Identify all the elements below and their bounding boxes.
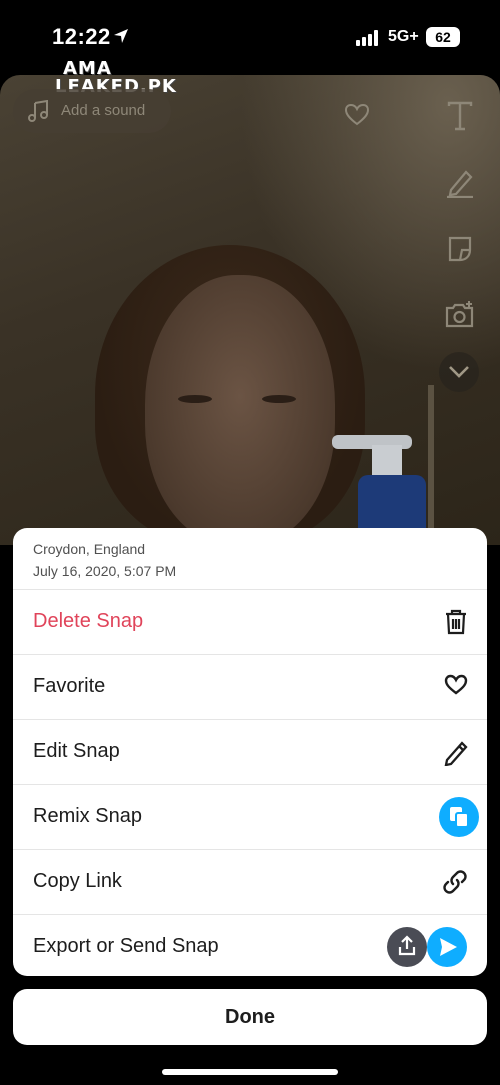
snap-date: July 16, 2020, 5:07 PM xyxy=(33,563,177,579)
delete-snap-button[interactable]: Delete Snap xyxy=(13,590,487,655)
chevron-down-icon xyxy=(448,365,470,384)
camera-icon[interactable] xyxy=(444,300,476,328)
remix-snap-button[interactable]: Remix Snap xyxy=(13,785,487,850)
copy-link-label: Copy Link xyxy=(33,870,122,892)
heart-icon[interactable] xyxy=(344,103,370,127)
status-time: 12:22 xyxy=(52,24,111,49)
send-icon[interactable] xyxy=(427,927,467,967)
copy-link-button[interactable]: Copy Link xyxy=(13,850,487,915)
favorite-label: Favorite xyxy=(33,675,106,697)
music-note-icon xyxy=(27,99,51,127)
subject-eye-left xyxy=(178,395,212,403)
snap-info-header: Croydon, England July 16, 2020, 5:07 PM xyxy=(13,528,487,590)
subject-eye-right xyxy=(262,395,296,403)
link-icon xyxy=(441,868,469,901)
pencil-icon[interactable] xyxy=(446,168,474,198)
heart-icon xyxy=(443,673,469,702)
add-sound-label: Add a sound xyxy=(61,102,146,119)
export-send-snap-label: Export or Send Snap xyxy=(33,935,219,957)
snap-location: Croydon, England xyxy=(33,541,146,557)
text-icon[interactable] xyxy=(447,101,473,131)
add-sound-button[interactable]: Add a sound xyxy=(13,89,171,133)
battery-indicator: 62 xyxy=(426,27,460,47)
edit-snap-button[interactable]: Edit Snap xyxy=(13,720,487,785)
home-indicator[interactable] xyxy=(162,1069,338,1075)
remix-snap-label: Remix Snap xyxy=(33,805,142,827)
edit-snap-label: Edit Snap xyxy=(33,740,120,762)
delete-snap-label: Delete Snap xyxy=(33,610,144,632)
export-send-snap-button[interactable]: Export or Send Snap xyxy=(13,915,487,976)
done-button[interactable]: Done xyxy=(13,989,487,1045)
snap-options-sheet: Croydon, England July 16, 2020, 5:07 PM … xyxy=(13,528,487,976)
favorite-button[interactable]: Favorite xyxy=(13,655,487,720)
export-icon[interactable] xyxy=(387,927,427,967)
remix-icon xyxy=(439,797,479,837)
snap-preview xyxy=(0,75,500,545)
pencil-icon xyxy=(443,738,469,771)
network-type: 5G+ xyxy=(388,28,419,45)
trash-icon xyxy=(443,608,469,641)
chevron-down-button[interactable] xyxy=(439,352,479,392)
signal-icon xyxy=(356,30,382,51)
location-arrow-icon xyxy=(113,28,129,49)
door-edge xyxy=(428,385,434,545)
sticker-icon[interactable] xyxy=(446,234,474,264)
subject-face xyxy=(145,275,335,545)
